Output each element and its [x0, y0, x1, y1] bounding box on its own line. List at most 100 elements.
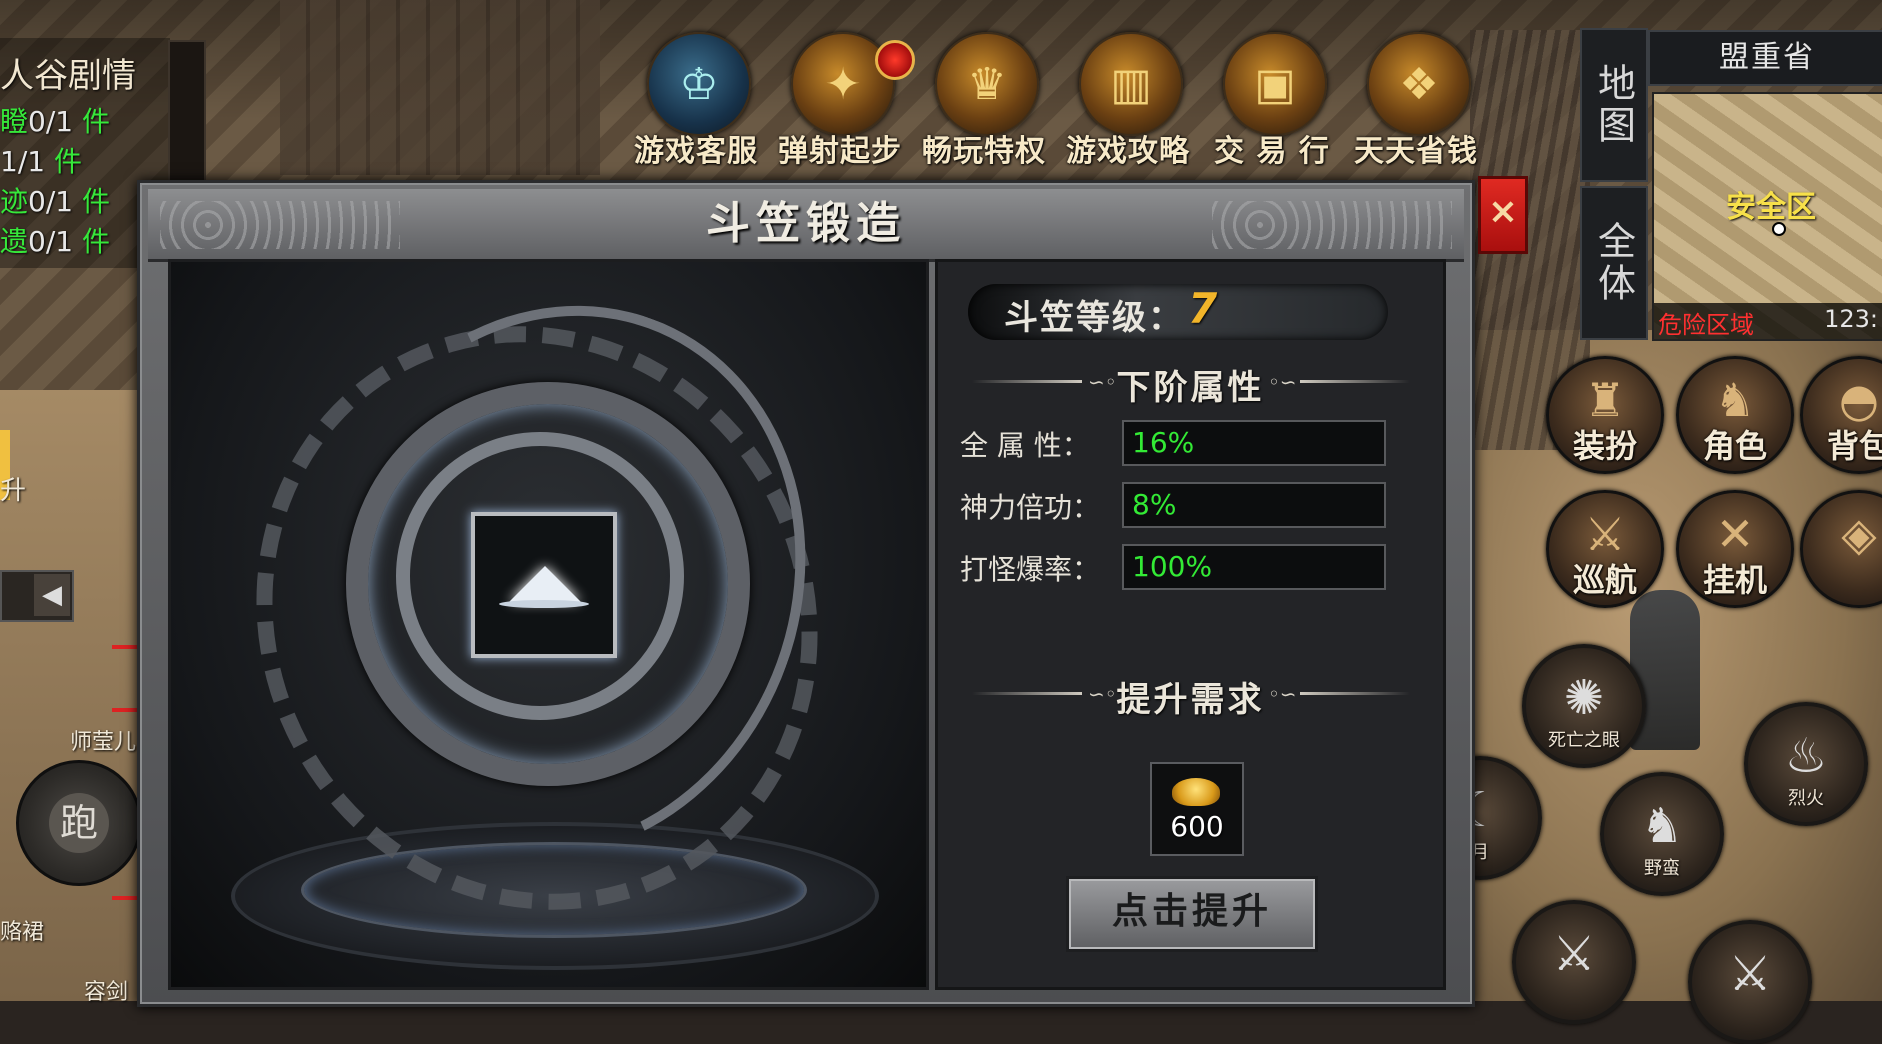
skill-label: 烈火	[1788, 788, 1824, 809]
skill-slot[interactable]: ⚔	[1688, 920, 1812, 1044]
attribute-value: 100%	[1132, 550, 1213, 583]
run-button[interactable]: 跑	[16, 760, 142, 886]
hat-forge-dialog: 斗笠锻造 斗笠等级： 7 ∽◦ 下阶属性 ◦∽ 全 属 性： 16% 神力倍功：…	[137, 180, 1475, 1007]
top-menu-label: 游戏攻略	[1066, 134, 1190, 169]
barbarian-icon: ♞	[1640, 798, 1684, 854]
savings-chest-icon: ❖	[1367, 32, 1471, 136]
sword-icon: ⚔	[1552, 926, 1596, 982]
upgrade-requirements-title: 提升需求	[1116, 680, 1265, 720]
bamboo-hat-icon	[509, 566, 581, 602]
attribute-label: 神力倍功：	[960, 491, 1101, 524]
costume-button[interactable]: ♜ 装扮	[1546, 356, 1664, 474]
crossed-swords-icon: ✕	[1715, 507, 1755, 561]
top-menu-savings[interactable]: ❖ 天天省钱	[1345, 32, 1487, 172]
npc-label: 容剑	[84, 980, 129, 1005]
hat-level-value: 7	[1188, 284, 1218, 333]
quest-line-unit: 件	[81, 105, 110, 138]
quest-line-name: 迹	[0, 185, 29, 218]
quest-line-progress: 0/1	[28, 225, 74, 258]
chevron-left-icon[interactable]: ◀	[34, 574, 70, 616]
hp-tick	[112, 645, 138, 649]
next-attributes-title: 下阶属性	[1116, 368, 1265, 408]
quest-line-name: 遗	[0, 225, 29, 258]
header-ornament: ◦∽	[1268, 682, 1297, 706]
top-menu-privilege[interactable]: ♛ 畅玩特权	[913, 32, 1055, 172]
skill-label: 野蛮	[1644, 858, 1680, 879]
left-collapse-control[interactable]: ◀	[0, 570, 74, 622]
attribute-value: 8%	[1132, 488, 1177, 521]
minimap[interactable]: 安全区 危险区域 123:	[1652, 92, 1882, 341]
quest-title: 人谷剧情	[0, 56, 136, 96]
hp-tick	[112, 708, 138, 712]
skill-slot[interactable]: ⚔	[1512, 900, 1636, 1024]
top-menu-trade[interactable]: ▣ 交 易 行	[1201, 32, 1343, 172]
hat-level-label: 斗笠等级：	[1004, 298, 1184, 338]
top-menu-label: 游戏客服	[634, 134, 758, 169]
upgrade-button[interactable]: 点击提升	[1066, 876, 1318, 952]
close-button[interactable]: ×	[1478, 176, 1528, 254]
quest-line[interactable]: 瞪0/1 件	[0, 100, 110, 140]
trade-chest-icon: ▣	[1223, 32, 1327, 136]
cruise-sword-icon: ⚔	[1584, 507, 1626, 561]
quest-line-unit: 件	[81, 225, 110, 258]
quest-line-unit: 件	[53, 145, 82, 178]
map-name: 盟重省	[1648, 30, 1882, 86]
tab-map[interactable]: 地图	[1580, 28, 1648, 182]
hp-tick	[112, 896, 138, 900]
player-marker-icon	[1772, 222, 1786, 236]
run-button-label: 跑	[49, 793, 109, 853]
quest-line[interactable]: 迹0/1 件	[0, 180, 110, 220]
attribute-label: 全 属 性：	[960, 429, 1090, 462]
cost-item-slot[interactable]: 600	[1150, 762, 1244, 856]
npc-label: 赂裙	[0, 920, 45, 945]
header-ornament: ◦∽	[1268, 370, 1297, 394]
quest-line[interactable]: 1/1 件	[0, 140, 82, 180]
quest-line-unit: 件	[81, 185, 110, 218]
skill-fire-sword[interactable]: ♨ 烈火	[1744, 702, 1868, 826]
gold-ingot-icon	[1172, 778, 1220, 806]
attribute-value: 16%	[1132, 426, 1195, 459]
coordinates: 123:	[1824, 305, 1878, 333]
skill-barbarian[interactable]: ♞ 野蛮	[1600, 772, 1724, 896]
quest-line[interactable]: 遗0/1 件	[0, 220, 110, 260]
tab-all-label: 全体	[1591, 221, 1636, 305]
bag-button[interactable]: ◓ 背包	[1800, 356, 1882, 474]
minimap-status-bar: 危险区域 123:	[1654, 303, 1882, 339]
character-button[interactable]: ♞ 角色	[1676, 356, 1794, 474]
quest-line-progress: 0/1	[28, 105, 74, 138]
side-label: 升	[0, 476, 27, 506]
cruise-button-label: 巡航	[1572, 561, 1637, 599]
npc-label: 师莹儿	[70, 730, 137, 755]
skill-label: 死亡之眼	[1548, 730, 1620, 751]
bag-icon: ◓	[1838, 373, 1880, 427]
building-wall	[280, 0, 600, 175]
top-menu: ♔ 游戏客服 ✦ 弹射起步 ♛ 畅玩特权 ▥ 游戏攻略 ▣ 交 易 行 ❖ 天天…	[625, 32, 1487, 172]
cruise-button[interactable]: ⚔ 巡航	[1546, 490, 1664, 608]
customer-service-icon: ♔	[647, 32, 751, 136]
guide-books-icon: ▥	[1079, 32, 1183, 136]
auto-fight-button[interactable]: ✕ 挂机	[1676, 490, 1794, 608]
top-menu-label: 交 易 行	[1214, 134, 1330, 169]
fire-sword-icon: ♨	[1784, 728, 1828, 784]
bag-button-label: 背包	[1826, 427, 1882, 465]
settings-grid-icon: ◈	[1841, 507, 1877, 561]
hat-brim	[499, 600, 589, 608]
sword-icon: ⚔	[1728, 946, 1772, 1002]
notification-badge	[875, 40, 915, 80]
stats-panel: 斗笠等级： 7 ∽◦ 下阶属性 ◦∽ 全 属 性： 16% 神力倍功： 8% 打…	[935, 259, 1446, 990]
character-button-label: 角色	[1702, 427, 1767, 465]
top-menu-guide[interactable]: ▥ 游戏攻略	[1057, 32, 1199, 172]
attribute-value-box: 8%	[1122, 482, 1386, 528]
privilege-cauldron-icon: ♛	[935, 32, 1039, 136]
attribute-row: 全 属 性： 16%	[960, 420, 1420, 466]
attribute-row: 打怪爆率： 100%	[960, 544, 1420, 590]
tab-all[interactable]: 全体	[1580, 186, 1648, 340]
skill-death-eye[interactable]: ✺ 死亡之眼	[1522, 644, 1646, 768]
hat-item-slot[interactable]	[471, 512, 617, 658]
attribute-row: 神力倍功： 8%	[960, 482, 1420, 528]
auto-fight-button-label: 挂机	[1702, 561, 1767, 599]
danger-zone-label: 危险区域	[1658, 311, 1754, 339]
death-eye-icon: ✺	[1563, 670, 1605, 726]
top-menu-customer-service[interactable]: ♔ 游戏客服	[625, 32, 767, 172]
header-divider	[1300, 692, 1410, 695]
